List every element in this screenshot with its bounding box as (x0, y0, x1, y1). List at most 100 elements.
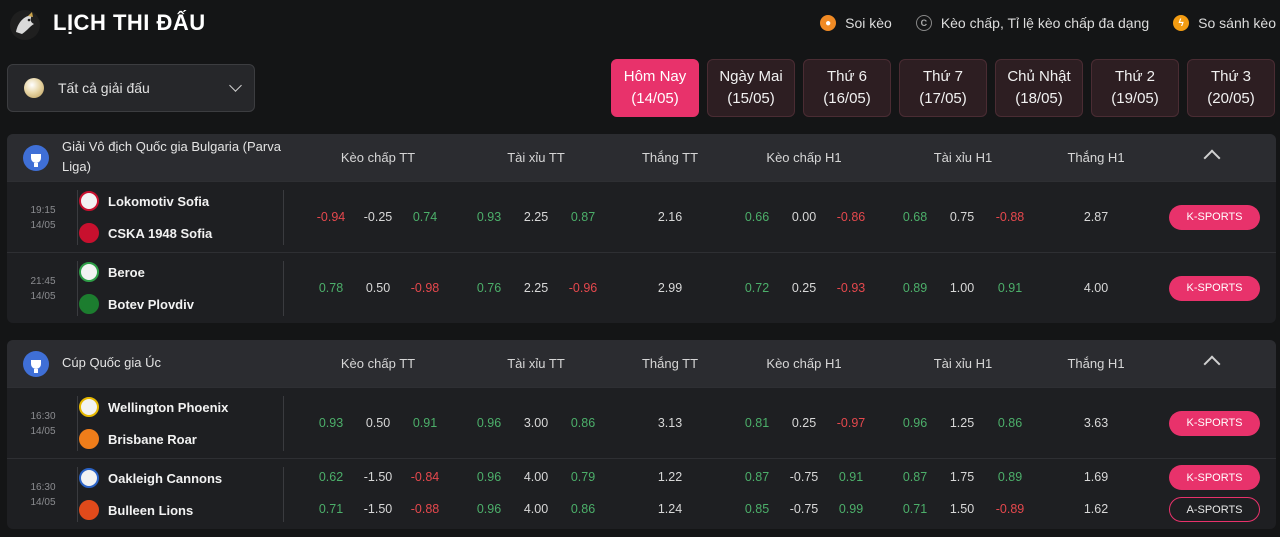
team[interactable]: CSKA 1948 Sofia (79, 221, 212, 245)
team[interactable]: Oakleigh Cannons (79, 466, 222, 490)
team-name: Bulleen Lions (108, 502, 194, 518)
divider (283, 467, 284, 522)
column-header: Thắng H1 (1067, 356, 1125, 371)
odds-value[interactable]: 0.86 (553, 502, 613, 516)
column-header: Kèo chấp H1 (766, 356, 842, 371)
team-name: Beroe (108, 264, 145, 280)
date-tab[interactable]: Ngày Mai (15/05) (707, 59, 795, 117)
team-logo-icon (79, 429, 99, 449)
date-tab[interactable]: Chủ Nhật (18/05) (995, 59, 1083, 117)
odds-value[interactable]: 0.86 (980, 416, 1040, 430)
divider (283, 396, 284, 451)
odds-value[interactable]: 2.99 (640, 281, 700, 295)
chevron-up-icon[interactable] (1203, 149, 1221, 167)
odds-value[interactable]: 1.22 (640, 470, 700, 484)
odds-value[interactable]: -0.93 (821, 281, 881, 295)
odds-value[interactable]: 1.69 (1066, 470, 1126, 484)
so-sanh-keo-link[interactable]: ϟ So sánh kèo (1173, 15, 1276, 31)
bookmaker-button[interactable]: K-SPORTS (1169, 465, 1260, 490)
bookmaker-button[interactable]: A-SPORTS (1169, 497, 1260, 522)
lightning-icon: ϟ (1173, 15, 1190, 31)
team[interactable]: Brisbane Roar (79, 427, 197, 451)
date-tab[interactable]: Hôm Nay (14/05) (611, 59, 699, 117)
column-header: Tài xỉu H1 (933, 356, 993, 371)
odds-value[interactable]: -0.86 (821, 210, 881, 224)
team[interactable]: Beroe (79, 260, 145, 284)
team[interactable]: Bulleen Lions (79, 498, 193, 522)
column-header: Thắng TT (641, 150, 699, 165)
date-tab-date: (15/05) (727, 90, 775, 107)
match-date-value: 14/05 (30, 425, 56, 437)
league-name: Cúp Quốc gia Úc (62, 355, 161, 370)
odds-value[interactable]: 1.62 (1066, 502, 1126, 516)
odds-value[interactable]: -0.88 (980, 210, 1040, 224)
odds-value[interactable]: 0.91 (395, 416, 455, 430)
odds-value[interactable]: -0.84 (395, 470, 455, 484)
date-tab[interactable]: Thứ 7 (17/05) (899, 59, 987, 117)
team[interactable]: Lokomotiv Sofia (79, 189, 209, 213)
match-date-value: 14/05 (30, 496, 56, 508)
match-date-value: 14/05 (30, 219, 56, 231)
date-tab-label: Thứ 3 (1210, 68, 1252, 85)
column-header: Thắng H1 (1067, 150, 1125, 165)
odds-value[interactable]: 0.87 (553, 210, 613, 224)
top-bar: LỊCH THI ĐẤU ● Soi kèo C Kèo chấp, Tỉ lệ… (0, 0, 1280, 52)
date-tab-date: (19/05) (1111, 90, 1159, 107)
odds-value[interactable]: -0.98 (395, 281, 455, 295)
team-name: Brisbane Roar (108, 431, 197, 447)
odds-value[interactable]: 0.74 (395, 210, 455, 224)
odds-value[interactable]: 3.63 (1066, 416, 1126, 430)
odds-value[interactable]: 0.86 (553, 416, 613, 430)
match-time: 21:45 14/05 (23, 274, 63, 304)
date-tab[interactable]: Thứ 6 (16/05) (803, 59, 891, 117)
bookmaker-button[interactable]: K-SPORTS (1169, 204, 1260, 230)
odds-value[interactable]: -0.89 (980, 502, 1040, 516)
date-tab-label: Thứ 2 (1114, 68, 1156, 85)
odds-value[interactable]: 1.24 (640, 502, 700, 516)
divider (283, 190, 284, 245)
odds-value[interactable]: 0.89 (980, 470, 1040, 484)
odds-value[interactable]: 4.00 (1066, 281, 1126, 295)
match-row: 16:30 14/05 Oakleigh Cannons Bulleen Lions 0… (7, 458, 1276, 529)
date-tab-label: Hôm Nay (623, 68, 687, 85)
odds-value[interactable]: 2.16 (640, 210, 700, 224)
bookmaker-button[interactable]: K-SPORTS (1169, 275, 1260, 301)
date-tab[interactable]: Thứ 2 (19/05) (1091, 59, 1179, 117)
column-header: Tài xỉu TT (507, 356, 565, 371)
odds-value[interactable]: -0.97 (821, 416, 881, 430)
date-tab-label: Thứ 6 (826, 68, 868, 85)
team-logo-icon (79, 500, 99, 520)
keo-chap-link[interactable]: C Kèo chấp, Tỉ lệ kèo chấp đa dạng (915, 15, 1149, 31)
team[interactable]: Wellington Phoenix (79, 395, 228, 419)
date-tab[interactable]: Thứ 3 (20/05) (1187, 59, 1275, 117)
odds-value[interactable]: 2.87 (1066, 210, 1126, 224)
league-select-value: Tất cả giải đấu (58, 80, 150, 96)
bookmaker-button[interactable]: K-SPORTS (1169, 410, 1260, 436)
league-select[interactable]: Tất cả giải đấu (7, 64, 255, 112)
odds-value[interactable]: -0.88 (395, 502, 455, 516)
odds-value[interactable]: 0.91 (980, 281, 1040, 295)
match-time: 16:30 14/05 (23, 409, 63, 439)
match-time: 19:15 14/05 (23, 203, 63, 233)
team[interactable]: Botev Plovdiv (79, 292, 194, 316)
odds-value[interactable]: 0.99 (821, 502, 881, 516)
team-logo-icon (79, 262, 99, 282)
match-time: 16:30 14/05 (23, 480, 63, 510)
date-tab-date: (17/05) (919, 90, 967, 107)
odds-value[interactable]: 0.91 (821, 470, 881, 484)
divider (77, 396, 78, 451)
trophy-cup (31, 153, 41, 167)
rooster-logo-icon[interactable] (8, 8, 42, 42)
column-header: Kèo chấp H1 (766, 150, 842, 165)
team-name: CSKA 1948 Sofia (108, 225, 213, 241)
trophy-icon (23, 351, 49, 377)
match-time-value: 19:15 (30, 204, 56, 216)
league-header: Cúp Quốc gia Úc Kèo chấp TT Tài xỉu TT Thắn… (7, 340, 1276, 387)
odds-value[interactable]: -0.96 (553, 281, 613, 295)
page-title: LỊCH THI ĐẤU (53, 10, 206, 35)
odds-value[interactable]: 3.13 (640, 416, 700, 430)
copyright-c-icon: C (915, 15, 932, 31)
soi-keo-link[interactable]: ● Soi kèo (820, 15, 892, 31)
chevron-up-icon[interactable] (1203, 355, 1221, 373)
odds-value[interactable]: 0.79 (553, 470, 613, 484)
